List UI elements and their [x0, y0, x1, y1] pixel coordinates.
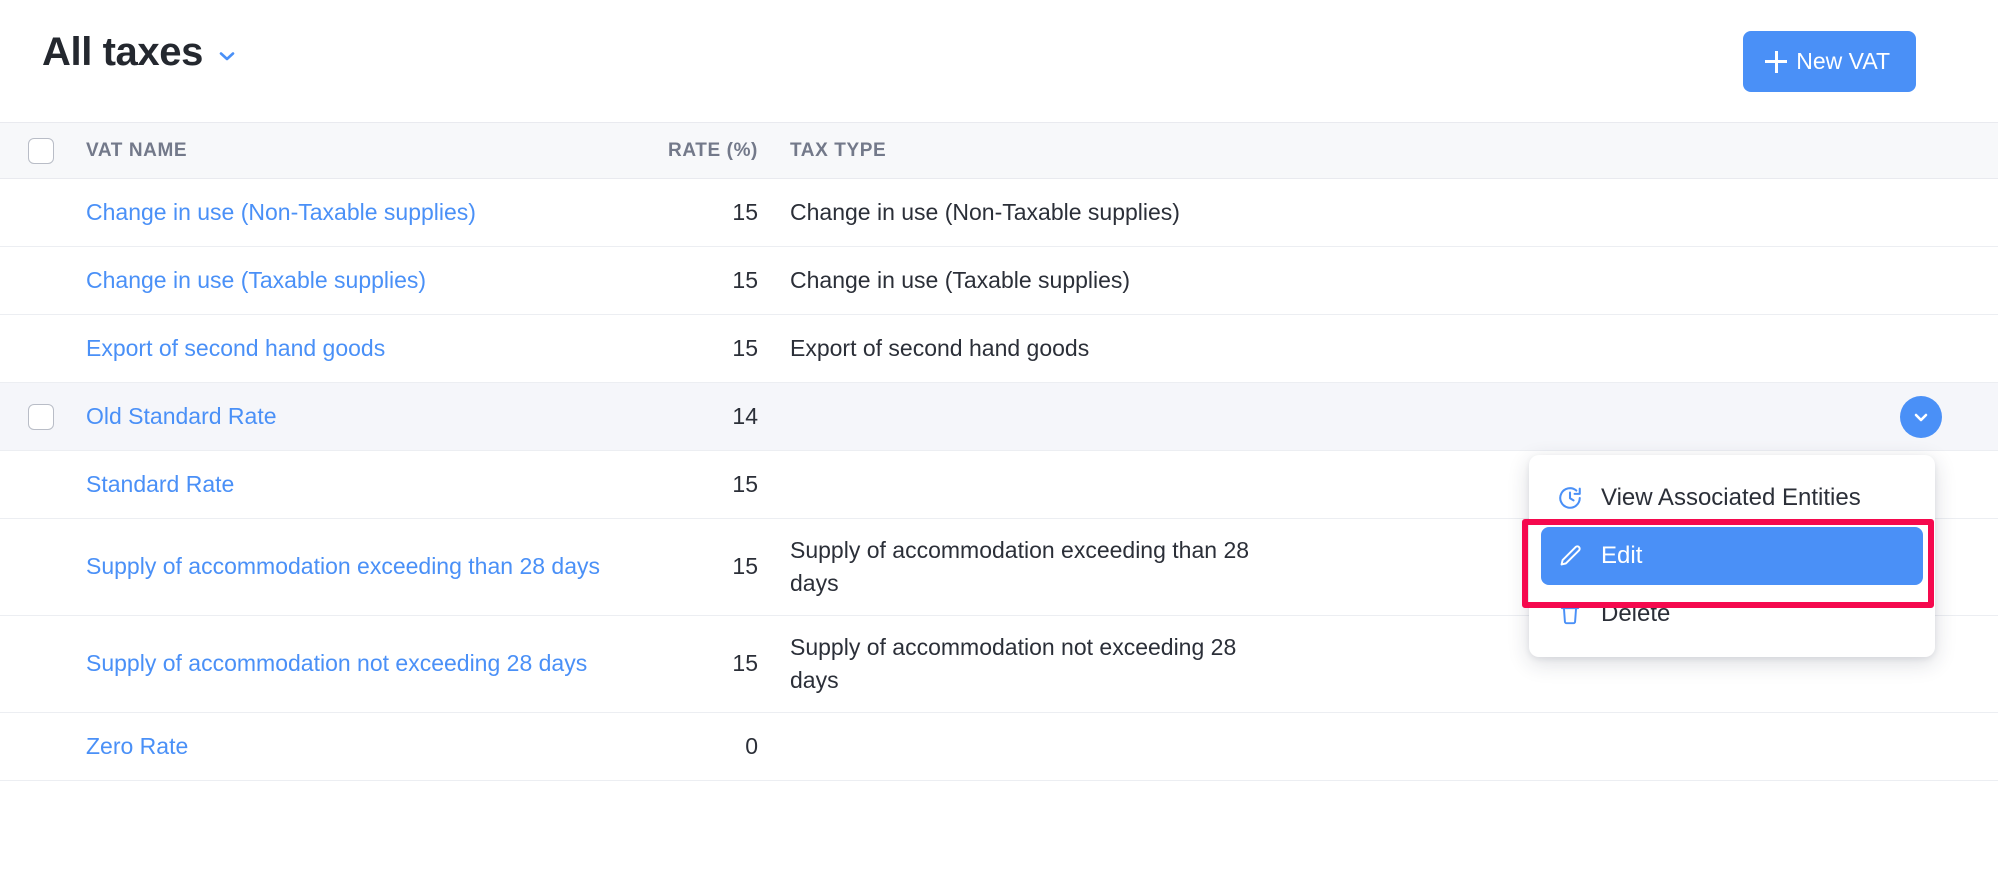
row-actions-toggle-button[interactable]	[1900, 396, 1942, 438]
cell-vat-name: Supply of accommodation not exceeding 28…	[68, 647, 648, 680]
select-all-cell	[0, 138, 68, 164]
cell-vat-name: Old Standard Rate	[68, 400, 648, 433]
new-vat-button-label: New VAT	[1796, 48, 1890, 75]
page-header: All taxes New VAT	[0, 0, 1998, 122]
new-vat-button[interactable]: New VAT	[1743, 31, 1916, 92]
cell-rate: 15	[648, 647, 758, 680]
column-header-rate[interactable]: RATE (%)	[648, 141, 758, 160]
vat-name-link[interactable]: Standard Rate	[86, 468, 234, 501]
table-row[interactable]: Old Standard Rate 14	[0, 383, 1998, 451]
column-header-vat-name[interactable]: VAT NAME	[68, 141, 648, 160]
cell-vat-name: Change in use (Non-Taxable supplies)	[68, 196, 648, 229]
cell-rate: 14	[648, 400, 758, 433]
chevron-down-icon[interactable]	[217, 46, 237, 66]
menu-item-label: Edit	[1601, 544, 1642, 568]
vat-name-link[interactable]: Supply of accommodation exceeding than 2…	[86, 550, 600, 583]
vat-name-link[interactable]: Change in use (Non-Taxable supplies)	[86, 196, 476, 229]
cell-tax-type: Export of second hand goods	[758, 332, 1278, 365]
vat-name-link[interactable]: Supply of accommodation not exceeding 28…	[86, 647, 587, 680]
cell-rate: 15	[648, 468, 758, 501]
menu-item-label: View Associated Entities	[1601, 486, 1861, 510]
menu-item-view-associated-entities[interactable]: View Associated Entities	[1541, 469, 1923, 527]
pencil-icon	[1557, 543, 1583, 569]
cell-vat-name: Zero Rate	[68, 730, 648, 763]
page-title: All taxes	[42, 32, 203, 72]
menu-item-edit[interactable]: Edit	[1541, 527, 1923, 585]
page-title-group[interactable]: All taxes	[42, 32, 237, 72]
vat-name-link[interactable]: Zero Rate	[86, 730, 188, 763]
cell-vat-name: Standard Rate	[68, 468, 648, 501]
cell-rate: 15	[648, 196, 758, 229]
menu-item-label: Delete	[1601, 602, 1670, 626]
vat-name-link[interactable]: Export of second hand goods	[86, 332, 385, 365]
cell-tax-type: Change in use (Non-Taxable supplies)	[758, 196, 1278, 229]
table-row[interactable]: Change in use (Taxable supplies)15Change…	[0, 247, 1998, 315]
select-all-checkbox[interactable]	[28, 138, 54, 164]
chevron-down-icon	[1911, 407, 1931, 427]
taxes-page: All taxes New VAT VAT NAME RATE (%) TAX …	[0, 0, 1998, 872]
cell-rate: 15	[648, 264, 758, 297]
table-row[interactable]: Change in use (Non-Taxable supplies)15Ch…	[0, 179, 1998, 247]
table-row[interactable]: Zero Rate 0	[0, 713, 1998, 781]
cell-rate: 15	[648, 332, 758, 365]
table-header-row: VAT NAME RATE (%) TAX TYPE	[0, 122, 1998, 179]
cell-vat-name: Change in use (Taxable supplies)	[68, 264, 648, 297]
cell-rate: 15	[648, 550, 758, 583]
row-checkbox[interactable]	[28, 404, 54, 430]
cell-tax-type: Change in use (Taxable supplies)	[758, 264, 1278, 297]
cell-rate: 0	[648, 730, 758, 763]
menu-item-delete[interactable]: Delete	[1541, 585, 1923, 643]
taxes-table: VAT NAME RATE (%) TAX TYPE Change in use…	[0, 122, 1998, 781]
cell-tax-type: Supply of accommodation not exceeding 28…	[758, 631, 1278, 698]
row-context-menu: View Associated Entities Edit Delete	[1529, 455, 1935, 657]
cell-vat-name: Export of second hand goods	[68, 332, 648, 365]
column-header-tax-type[interactable]: TAX TYPE	[758, 141, 1998, 160]
vat-name-link[interactable]: Change in use (Taxable supplies)	[86, 264, 426, 297]
trash-icon	[1557, 601, 1583, 627]
history-clock-icon	[1557, 485, 1583, 511]
cell-vat-name: Supply of accommodation exceeding than 2…	[68, 550, 648, 583]
vat-name-link[interactable]: Old Standard Rate	[86, 400, 277, 433]
table-row[interactable]: Export of second hand goods15Export of s…	[0, 315, 1998, 383]
row-select-cell	[0, 404, 68, 430]
plus-icon	[1765, 51, 1787, 73]
cell-tax-type: Supply of accommodation exceeding than 2…	[758, 534, 1278, 601]
